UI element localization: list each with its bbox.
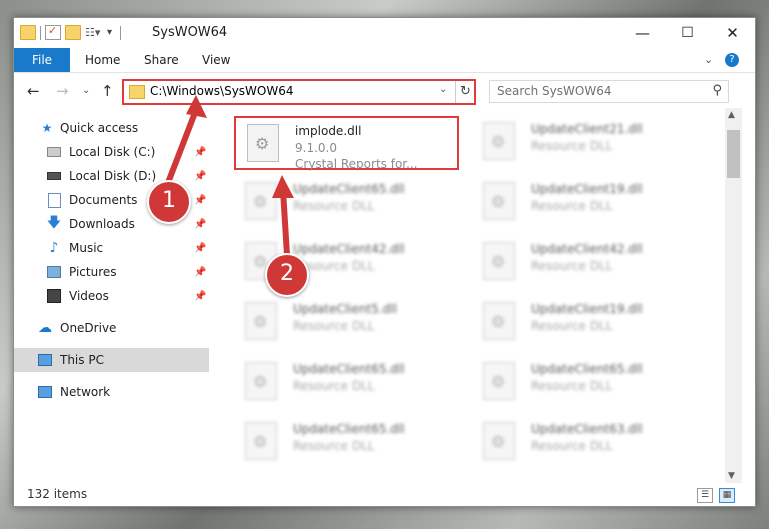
arrow-1-shaft (163, 107, 199, 191)
callout-badge-2: 2 (265, 253, 309, 297)
annotation-arrows (163, 95, 294, 258)
arrow-1-head (186, 95, 207, 118)
arrow-2-head (272, 175, 294, 198)
arrow-2-shaft (280, 187, 290, 258)
callout-badge-1: 1 (147, 180, 191, 224)
